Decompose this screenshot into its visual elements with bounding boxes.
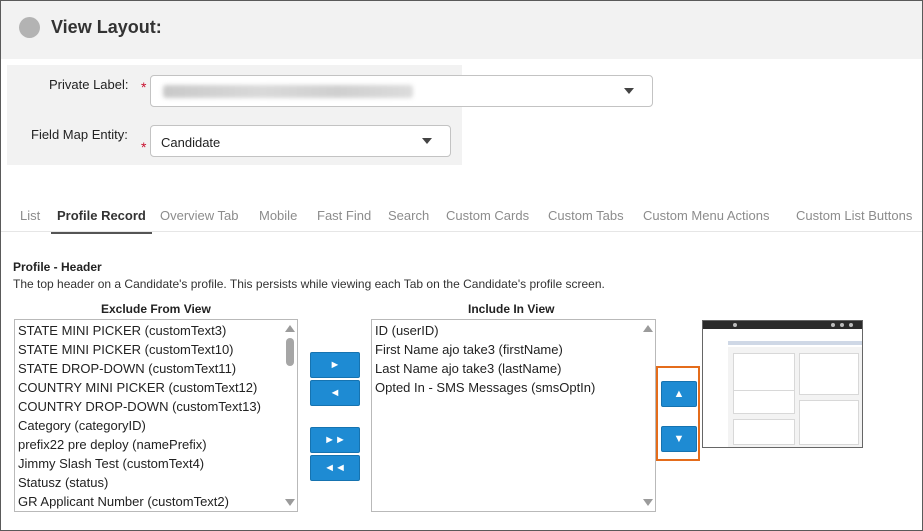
list-item[interactable]: STATE DROP-DOWN (customText11)	[18, 361, 236, 376]
move-all-right-button[interactable]: ►►	[310, 427, 360, 453]
tab-custom-tabs[interactable]: Custom Tabs	[548, 208, 624, 223]
tab-custom-list-buttons[interactable]: Custom List Buttons	[796, 208, 912, 223]
chevron-down-icon	[422, 138, 432, 144]
scroll-down-icon[interactable]	[285, 499, 295, 506]
move-all-left-button[interactable]: ◄◄	[310, 455, 360, 481]
tab-bar: List Profile Record Overview Tab Mobile …	[1, 204, 922, 234]
preview-sidebar	[703, 329, 728, 447]
status-circle-icon	[19, 17, 40, 38]
layout-preview-image	[702, 320, 863, 448]
list-item[interactable]: Statusz (status)	[18, 475, 108, 490]
list-item[interactable]: Last Name ajo take3 (lastName)	[375, 361, 561, 376]
page-title: View Layout:	[51, 17, 162, 37]
private-label-value-redacted	[163, 85, 413, 98]
required-mark: *	[141, 79, 147, 95]
tab-mobile[interactable]: Mobile	[259, 208, 297, 223]
scrollbar[interactable]	[282, 320, 297, 511]
list-item[interactable]: STATE MINI PICKER (customText3)	[18, 323, 226, 338]
preview-dot	[849, 323, 853, 327]
preview-dot	[840, 323, 844, 327]
list-item[interactable]: Category (categoryID)	[18, 418, 146, 433]
private-label-label: Private Label:	[49, 77, 129, 92]
preview-card	[799, 400, 859, 445]
tab-custom-cards[interactable]: Custom Cards	[446, 208, 529, 223]
scrollbar[interactable]	[640, 320, 655, 511]
section-title: Profile - Header	[13, 260, 102, 274]
required-mark: *	[141, 139, 147, 155]
list-item[interactable]: Opted In - SMS Messages (smsOptIn)	[375, 380, 595, 395]
move-down-button[interactable]: ▼	[661, 426, 697, 452]
preview-header-strip	[728, 341, 862, 345]
preview-card	[733, 419, 795, 445]
list-item[interactable]: ID (userID)	[375, 323, 439, 338]
move-left-button[interactable]: ◄	[310, 380, 360, 406]
tab-overview[interactable]: Overview Tab	[160, 208, 239, 223]
tab-list[interactable]: List	[20, 208, 40, 223]
list-item[interactable]: STATE MINI PICKER (customText10)	[18, 342, 234, 357]
preview-card	[733, 390, 795, 414]
move-right-button[interactable]: ►	[310, 352, 360, 378]
preview-dot	[831, 323, 835, 327]
field-map-entity-label: Field Map Entity:	[31, 127, 128, 142]
preview-topbar	[703, 321, 862, 329]
tab-profile-record[interactable]: Profile Record	[57, 208, 146, 223]
move-up-button[interactable]: ▲	[661, 381, 697, 407]
list-item[interactable]: GR Applicant Number (customText2)	[18, 494, 229, 509]
include-heading: Include In View	[468, 302, 555, 316]
tab-search[interactable]: Search	[388, 208, 429, 223]
preview-dot	[733, 323, 737, 327]
preview-card	[799, 353, 859, 395]
list-item[interactable]: COUNTRY MINI PICKER (customText12)	[18, 380, 257, 395]
section-description: The top header on a Candidate's profile.…	[13, 277, 605, 291]
tab-divider	[1, 231, 922, 232]
scroll-up-icon[interactable]	[285, 325, 295, 332]
include-list[interactable]: ID (userID) First Name ajo take3 (firstN…	[371, 319, 656, 512]
field-map-entity-select[interactable]: Candidate	[150, 125, 451, 157]
private-label-select[interactable]	[150, 75, 653, 107]
tab-custom-menu-actions[interactable]: Custom Menu Actions	[643, 208, 769, 223]
list-item[interactable]: Jimmy Slash Test (customText4)	[18, 456, 204, 471]
list-item[interactable]: prefix22 pre deploy (namePrefix)	[18, 437, 207, 452]
field-map-entity-value: Candidate	[161, 135, 221, 150]
preview-card	[733, 353, 795, 395]
list-item[interactable]: First Name ajo take3 (firstName)	[375, 342, 563, 357]
scrollbar-thumb[interactable]	[286, 338, 294, 366]
scroll-down-icon[interactable]	[643, 499, 653, 506]
page-header: View Layout:	[1, 1, 922, 59]
exclude-list[interactable]: STATE MINI PICKER (customText3) STATE MI…	[14, 319, 298, 512]
scroll-up-icon[interactable]	[643, 325, 653, 332]
chevron-down-icon	[624, 88, 634, 94]
view-layout-panel: View Layout: Private Label: * Field Map …	[0, 0, 923, 531]
tab-fast-find[interactable]: Fast Find	[317, 208, 371, 223]
list-item[interactable]: COUNTRY DROP-DOWN (customText13)	[18, 399, 261, 414]
exclude-heading: Exclude From View	[101, 302, 211, 316]
